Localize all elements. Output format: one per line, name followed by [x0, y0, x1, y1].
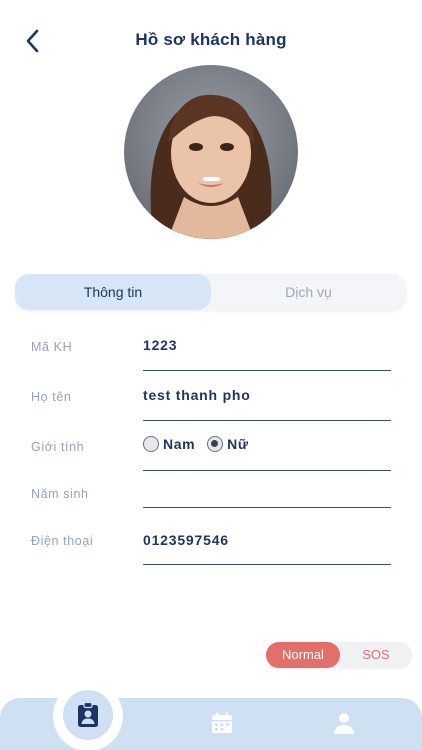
mode-normal-button[interactable]: Normal — [266, 642, 340, 668]
bottom-nav — [0, 681, 422, 750]
mode-toggle: Normal SOS — [266, 642, 412, 668]
nav-item-profile[interactable] — [63, 690, 113, 740]
full-name-row: Họ tên test thanh pho — [0, 384, 422, 432]
birth-year-label: Năm sinh — [31, 487, 89, 501]
customer-id-row: Mã KH 1223 — [0, 334, 422, 382]
customer-id-underline — [143, 370, 391, 371]
birth-year-underline — [143, 507, 391, 508]
mode-sos-button[interactable]: SOS — [340, 642, 412, 668]
tab-service[interactable]: Dịch vụ — [211, 274, 406, 310]
radio-checked-icon — [207, 436, 224, 452]
gender-option-male-label: Nam — [163, 436, 196, 452]
customer-id-value[interactable]: 1223 — [143, 337, 177, 353]
gender-radio-group: Nam Nữ — [143, 436, 261, 452]
nav-item-calendar[interactable] — [209, 710, 235, 736]
full-name-value[interactable]: test thanh pho — [143, 387, 251, 403]
birth-year-row: Năm sinh — [0, 482, 422, 530]
gender-option-female[interactable]: Nữ — [207, 436, 248, 452]
gender-option-female-label: Nữ — [227, 436, 249, 452]
customer-id-label: Mã KH — [31, 340, 73, 354]
avatar — [124, 65, 298, 239]
person-icon — [334, 713, 354, 734]
full-name-label: Họ tên — [31, 390, 72, 404]
nav-item-account[interactable] — [331, 710, 357, 736]
phone-row: Điện thoại 0123597546 — [0, 529, 422, 577]
phone-value[interactable]: 0123597546 — [143, 532, 229, 548]
calendar-icon — [212, 712, 232, 733]
full-name-underline — [143, 420, 391, 421]
phone-underline — [143, 564, 391, 565]
profile-card-icon — [78, 702, 98, 727]
radio-unchecked-icon — [143, 436, 159, 452]
gender-row: Giới tính Nam Nữ — [0, 434, 422, 482]
tab-info[interactable]: Thông tin — [15, 274, 211, 310]
page-title: Hồ sơ khách hàng — [135, 30, 287, 49]
gender-label: Giới tính — [31, 440, 85, 454]
gender-underline — [143, 470, 391, 471]
phone-label: Điện thoại — [31, 534, 94, 548]
profile-tabs: Thông tin Dịch vụ — [15, 274, 406, 310]
gender-option-male[interactable]: Nam — [143, 436, 195, 452]
